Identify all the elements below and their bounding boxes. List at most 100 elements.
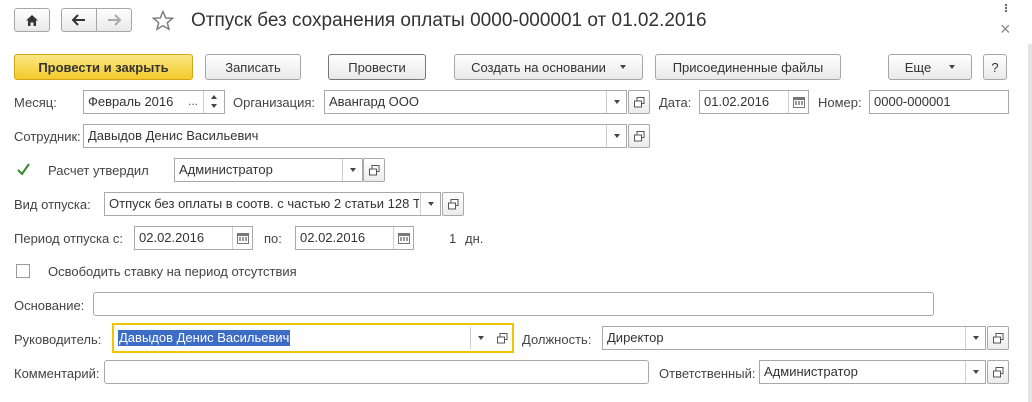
leave-type-label: Вид отпуска: xyxy=(14,197,91,212)
back-button[interactable] xyxy=(61,8,97,32)
approved-label: Расчет утвердил xyxy=(48,163,149,178)
employee-open-button[interactable] xyxy=(628,124,650,148)
chevron-down-icon xyxy=(619,65,626,69)
forward-button[interactable] xyxy=(96,8,132,32)
attached-files-button[interactable]: Присоединенные файлы xyxy=(655,54,841,80)
period-to-value: 02.02.2016 xyxy=(300,230,366,245)
manager-value: Давыдов Денис Васильевич xyxy=(118,330,291,346)
create-on-basis-button[interactable]: Создать на основании xyxy=(454,54,643,80)
save-button[interactable]: Записать xyxy=(205,54,301,80)
chevron-down-icon xyxy=(972,336,979,340)
organization-value: Авангард ООО xyxy=(329,94,419,109)
responsible-open-button[interactable] xyxy=(987,360,1009,384)
position-open-button[interactable] xyxy=(987,326,1009,350)
stepper-up-icon[interactable] xyxy=(211,95,217,99)
organization-field[interactable]: Авангард ООО xyxy=(324,90,627,114)
open-window-icon xyxy=(992,366,1003,377)
chevron-down-icon xyxy=(613,134,620,138)
release-rate-label: Освободить ставку на период отсутствия xyxy=(48,264,297,279)
star-icon[interactable] xyxy=(152,10,174,31)
date-label: Дата: xyxy=(659,95,692,110)
manager-dropdown-button[interactable] xyxy=(470,327,490,349)
comment-field[interactable] xyxy=(104,360,649,384)
scrollbar[interactable] xyxy=(1028,44,1032,402)
close-icon[interactable]: × xyxy=(1000,20,1011,38)
basis-label: Основание: xyxy=(14,298,85,313)
calendar-icon xyxy=(397,232,410,244)
leave-type-field[interactable]: Отпуск без оплаты в соотв. с частью 2 ст… xyxy=(104,192,441,216)
more-vertical-icon[interactable] xyxy=(1003,3,1009,17)
date-value: 01.02.2016 xyxy=(704,94,770,109)
create-on-basis-label: Создать на основании xyxy=(471,59,606,75)
date-calendar-button[interactable] xyxy=(788,91,808,113)
leave-type-dropdown-button[interactable] xyxy=(420,193,440,215)
days-unit: дн. xyxy=(465,231,484,246)
approved-by-dropdown-button[interactable] xyxy=(342,159,362,181)
employee-value: Давыдов Денис Васильевич xyxy=(88,128,259,143)
period-to-field[interactable]: 02.02.2016 xyxy=(295,226,414,250)
period-from-field[interactable]: 02.02.2016 xyxy=(134,226,253,250)
chevron-down-icon xyxy=(427,202,434,206)
open-window-icon xyxy=(633,130,644,141)
home-button[interactable] xyxy=(14,8,50,32)
approved-by-field[interactable]: Администратор xyxy=(174,158,363,182)
position-dropdown-button[interactable] xyxy=(965,327,985,349)
period-to-calendar-button[interactable] xyxy=(393,227,413,249)
more-button[interactable]: Еще xyxy=(888,54,972,80)
approved-by-open-button[interactable] xyxy=(363,158,385,182)
stepper-down-icon[interactable] xyxy=(211,104,217,108)
responsible-field[interactable]: Администратор xyxy=(759,360,986,384)
position-field[interactable]: Директор xyxy=(602,326,986,350)
number-value: 0000-000001 xyxy=(874,94,951,109)
responsible-label: Ответственный: xyxy=(659,366,756,381)
post-and-close-button[interactable]: Провести и закрыть xyxy=(14,54,193,80)
position-label: Должность: xyxy=(522,332,592,347)
title-bar: Отпуск без сохранения оплаты 0000-000001… xyxy=(0,0,1032,44)
chevron-down-icon xyxy=(349,168,356,172)
period-to-label: по: xyxy=(264,231,282,246)
month-select-button[interactable]: ... xyxy=(188,94,198,108)
organization-label: Организация: xyxy=(233,95,316,110)
chevron-down-icon xyxy=(972,370,979,374)
checkmark-icon xyxy=(17,163,30,176)
period-from-value: 02.02.2016 xyxy=(139,230,205,245)
chevron-down-icon xyxy=(949,65,956,69)
chevron-down-icon xyxy=(613,100,620,104)
approved-by-value: Администратор xyxy=(179,162,273,177)
month-field[interactable]: Февраль 2016 ... xyxy=(83,90,225,114)
employee-dropdown-button[interactable] xyxy=(606,125,626,147)
employee-field[interactable]: Давыдов Денис Васильевич xyxy=(83,124,627,148)
calendar-icon xyxy=(236,232,249,244)
release-rate-checkbox[interactable] xyxy=(16,264,30,278)
period-from-calendar-button[interactable] xyxy=(232,227,252,249)
manager-field[interactable]: Давыдов Денис Васильевич xyxy=(112,323,514,353)
arrow-right-icon xyxy=(108,14,121,26)
arrow-left-icon xyxy=(72,14,85,26)
period-from-label: Период отпуска с: xyxy=(14,231,123,246)
approved-checkbox[interactable] xyxy=(16,162,31,177)
page-title: Отпуск без сохранения оплаты 0000-000001… xyxy=(191,10,707,31)
open-window-icon xyxy=(368,164,379,175)
days-count: 1 xyxy=(449,231,457,246)
leave-type-open-button[interactable] xyxy=(442,192,464,216)
responsible-value: Администратор xyxy=(764,364,858,379)
help-button[interactable]: ? xyxy=(983,54,1007,80)
home-icon xyxy=(26,14,38,26)
organization-open-button[interactable] xyxy=(628,90,650,114)
month-stepper[interactable] xyxy=(203,91,224,113)
comment-label: Комментарий: xyxy=(14,366,100,381)
calendar-icon xyxy=(792,96,805,108)
leave-type-value: Отпуск без оплаты в соотв. с частью 2 ст… xyxy=(109,196,419,211)
organization-dropdown-button[interactable] xyxy=(606,91,626,113)
open-window-icon xyxy=(496,332,507,343)
manager-open-button[interactable] xyxy=(492,327,512,349)
post-button[interactable]: Провести xyxy=(328,54,426,80)
responsible-dropdown-button[interactable] xyxy=(965,361,985,383)
number-label: Номер: xyxy=(818,95,862,110)
chevron-down-icon xyxy=(477,336,484,340)
month-value: Февраль 2016 xyxy=(88,94,174,109)
number-field[interactable]: 0000-000001 xyxy=(869,90,1009,114)
open-window-icon xyxy=(992,332,1003,343)
date-field[interactable]: 01.02.2016 xyxy=(699,90,809,114)
basis-field[interactable] xyxy=(93,292,934,316)
